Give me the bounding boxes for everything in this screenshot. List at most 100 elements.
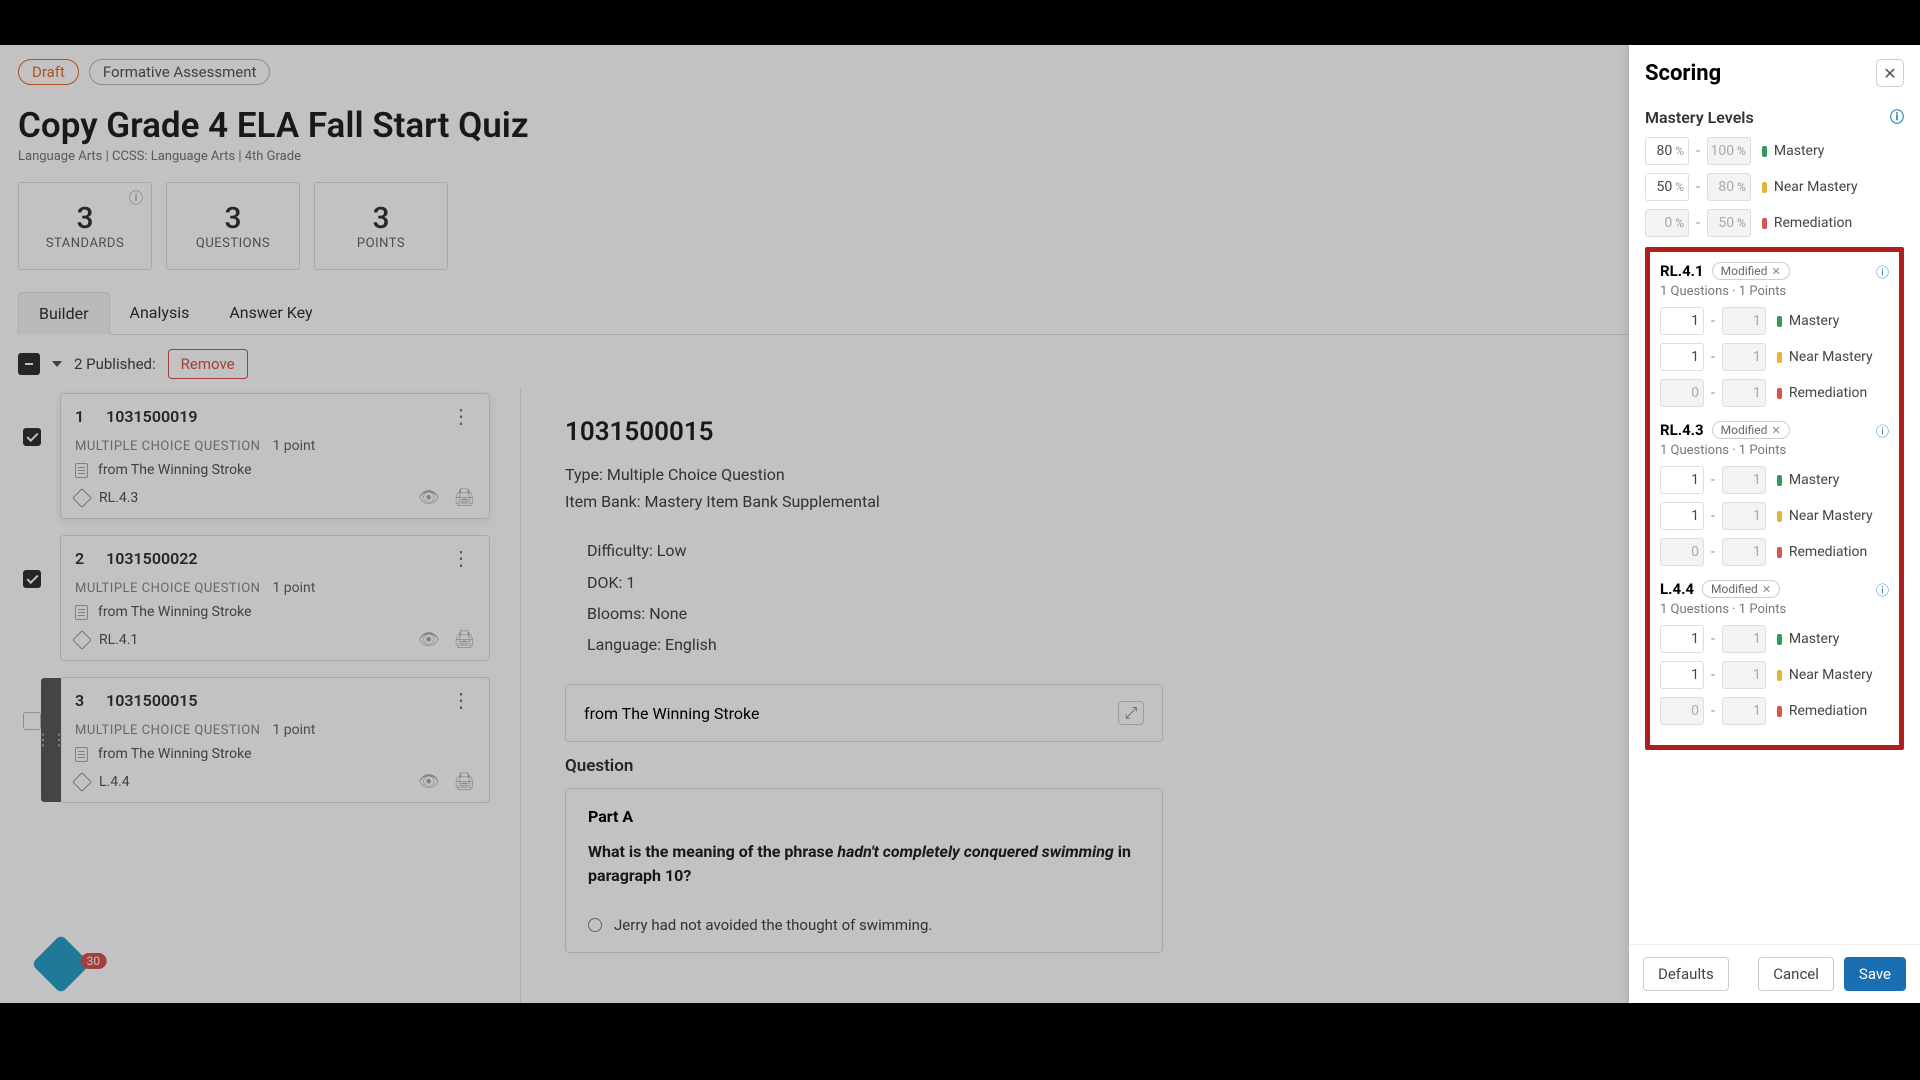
assessment-type-badge: Formative Assessment bbox=[89, 59, 271, 85]
chevron-down-icon[interactable] bbox=[52, 361, 62, 367]
stat-points: 3 POINTS bbox=[314, 182, 448, 270]
question-id: 1031500015 bbox=[106, 691, 197, 710]
question-number: 2 bbox=[75, 549, 84, 568]
info-icon[interactable]: ⓘ bbox=[1876, 421, 1889, 440]
level-label: Remediation bbox=[1789, 385, 1867, 401]
defaults-button[interactable]: Defaults bbox=[1643, 957, 1729, 991]
tab-builder[interactable]: Builder bbox=[18, 292, 110, 335]
mastery-dot-icon bbox=[1762, 146, 1767, 157]
print-icon[interactable]: 🖨 bbox=[453, 488, 475, 508]
std-n-hi: 1 bbox=[1722, 661, 1766, 689]
question-standard: RL.4.3 bbox=[99, 490, 138, 506]
stat-questions-label: QUESTIONS bbox=[196, 236, 270, 251]
select-all-checkbox[interactable] bbox=[18, 353, 40, 375]
mastery-label: Mastery bbox=[1774, 143, 1825, 159]
info-icon[interactable]: ⓘ bbox=[1876, 262, 1889, 281]
close-icon[interactable]: ✕ bbox=[1771, 424, 1780, 437]
level-label: Near Mastery bbox=[1789, 349, 1873, 365]
question-passage: from The Winning Stroke bbox=[98, 604, 252, 620]
scoring-panel: Scoring ✕ Mastery Levels ⓘ 80% - 100% Ma… bbox=[1629, 45, 1920, 1003]
drag-handle[interactable]: ⋮⋮ bbox=[41, 678, 61, 802]
stat-standards-value: 3 bbox=[76, 201, 93, 236]
std-r-hi: 1 bbox=[1722, 379, 1766, 407]
question-standard: L.4.4 bbox=[99, 774, 130, 790]
question-checkbox[interactable] bbox=[23, 570, 41, 588]
question-number: 3 bbox=[75, 691, 84, 710]
near-dot-icon bbox=[1762, 182, 1767, 193]
close-icon[interactable]: ✕ bbox=[1762, 583, 1771, 596]
question-checkbox[interactable] bbox=[23, 712, 41, 730]
near-hi-input: 80% bbox=[1707, 173, 1751, 201]
standard-block: ⓘ RL.4.1 Modified✕ 1 Questions · 1 Point… bbox=[1660, 262, 1889, 407]
std-m-lo[interactable]: 1 bbox=[1660, 466, 1704, 494]
kebab-icon[interactable]: ⋮ bbox=[447, 404, 475, 428]
std-m-lo[interactable]: 1 bbox=[1660, 625, 1704, 653]
stat-questions: 3 QUESTIONS bbox=[166, 182, 300, 270]
standard-name: RL.4.1 bbox=[1660, 262, 1704, 280]
info-icon[interactable]: ⓘ bbox=[1890, 107, 1904, 127]
std-r-lo: 0 bbox=[1660, 697, 1704, 725]
expand-icon[interactable]: ⤢ bbox=[1118, 701, 1144, 725]
visibility-icon[interactable]: 👁 bbox=[418, 488, 440, 508]
passage-box[interactable]: from The Winning Stroke ⤢ bbox=[565, 684, 1163, 742]
std-n-lo[interactable]: 1 bbox=[1660, 343, 1704, 371]
info-icon[interactable]: ⓘ bbox=[1876, 580, 1889, 599]
question-checkbox[interactable] bbox=[23, 428, 41, 446]
kebab-icon[interactable]: ⋮ bbox=[447, 688, 475, 712]
info-icon[interactable]: ⓘ bbox=[129, 188, 143, 208]
answer-option[interactable]: Jerry had not avoided the thought of swi… bbox=[588, 916, 1140, 934]
document-icon bbox=[75, 605, 88, 620]
question-card[interactable]: 2 1031500022 ⋮ MULTIPLE CHOICE QUESTION1… bbox=[60, 535, 490, 661]
near-lo-input[interactable]: 50% bbox=[1645, 173, 1689, 201]
stat-standards-label: STANDARDS bbox=[46, 236, 124, 251]
close-button[interactable]: ✕ bbox=[1876, 59, 1904, 87]
question-card[interactable]: 1 1031500019 ⋮ MULTIPLE CHOICE QUESTION1… bbox=[60, 393, 490, 519]
level-label: Near Mastery bbox=[1789, 667, 1873, 683]
modified-pill[interactable]: Modified✕ bbox=[1712, 262, 1790, 280]
save-button[interactable]: Save bbox=[1844, 957, 1906, 991]
page-title: Copy Grade 4 ELA Fall Start Quiz bbox=[18, 105, 1902, 146]
question-passage: from The Winning Stroke bbox=[98, 746, 252, 762]
question-body: Part A What is the meaning of the phrase… bbox=[565, 788, 1163, 953]
standard-meta: 1 Questions · 1 Points bbox=[1660, 443, 1889, 458]
stat-points-label: POINTS bbox=[357, 236, 405, 251]
question-list: 1 1031500019 ⋮ MULTIPLE CHOICE QUESTION1… bbox=[18, 393, 520, 1003]
close-icon[interactable]: ✕ bbox=[1771, 265, 1780, 278]
std-m-lo[interactable]: 1 bbox=[1660, 307, 1704, 335]
question-number: 1 bbox=[75, 407, 84, 426]
tab-answer-key[interactable]: Answer Key bbox=[209, 292, 332, 334]
visibility-icon[interactable]: 👁 bbox=[418, 630, 440, 650]
std-n-lo[interactable]: 1 bbox=[1660, 502, 1704, 530]
print-icon[interactable]: 🖨 bbox=[453, 630, 475, 650]
std-r-lo: 0 bbox=[1660, 379, 1704, 407]
level-label: Remediation bbox=[1789, 544, 1867, 560]
level-label: Near Mastery bbox=[1789, 508, 1873, 524]
kebab-icon[interactable]: ⋮ bbox=[447, 546, 475, 570]
mastery-lo-input[interactable]: 80% bbox=[1645, 137, 1689, 165]
remove-button[interactable]: Remove bbox=[168, 349, 248, 379]
question-type: MULTIPLE CHOICE QUESTION bbox=[75, 581, 260, 596]
std-m-hi: 1 bbox=[1722, 307, 1766, 335]
std-n-hi: 1 bbox=[1722, 502, 1766, 530]
radio-icon[interactable] bbox=[588, 918, 602, 932]
visibility-icon[interactable]: 👁 bbox=[418, 772, 440, 792]
question-standard: RL.4.1 bbox=[99, 632, 138, 648]
cancel-button[interactable]: Cancel bbox=[1758, 957, 1834, 991]
mastery-levels-title: Mastery Levels bbox=[1645, 108, 1754, 127]
print-icon[interactable]: 🖨 bbox=[453, 772, 475, 792]
panel-title: Scoring bbox=[1645, 61, 1721, 86]
modified-pill[interactable]: Modified✕ bbox=[1702, 580, 1780, 598]
question-card[interactable]: ⋮⋮ 3 1031500015 ⋮ MULTIPLE CHOICE QUESTI… bbox=[60, 677, 490, 803]
modified-pill[interactable]: Modified✕ bbox=[1712, 421, 1790, 439]
standard-meta: 1 Questions · 1 Points bbox=[1660, 284, 1889, 299]
question-passage: from The Winning Stroke bbox=[98, 462, 252, 478]
help-badge: 30 bbox=[80, 953, 106, 969]
std-n-lo[interactable]: 1 bbox=[1660, 661, 1704, 689]
std-m-hi: 1 bbox=[1722, 625, 1766, 653]
tab-analysis[interactable]: Analysis bbox=[110, 292, 210, 334]
stat-standards: ⓘ 3 STANDARDS bbox=[18, 182, 152, 270]
standard-name: RL.4.3 bbox=[1660, 421, 1704, 439]
level-label: Remediation bbox=[1789, 703, 1867, 719]
document-icon bbox=[75, 463, 88, 478]
question-points: 1 point bbox=[272, 722, 315, 738]
